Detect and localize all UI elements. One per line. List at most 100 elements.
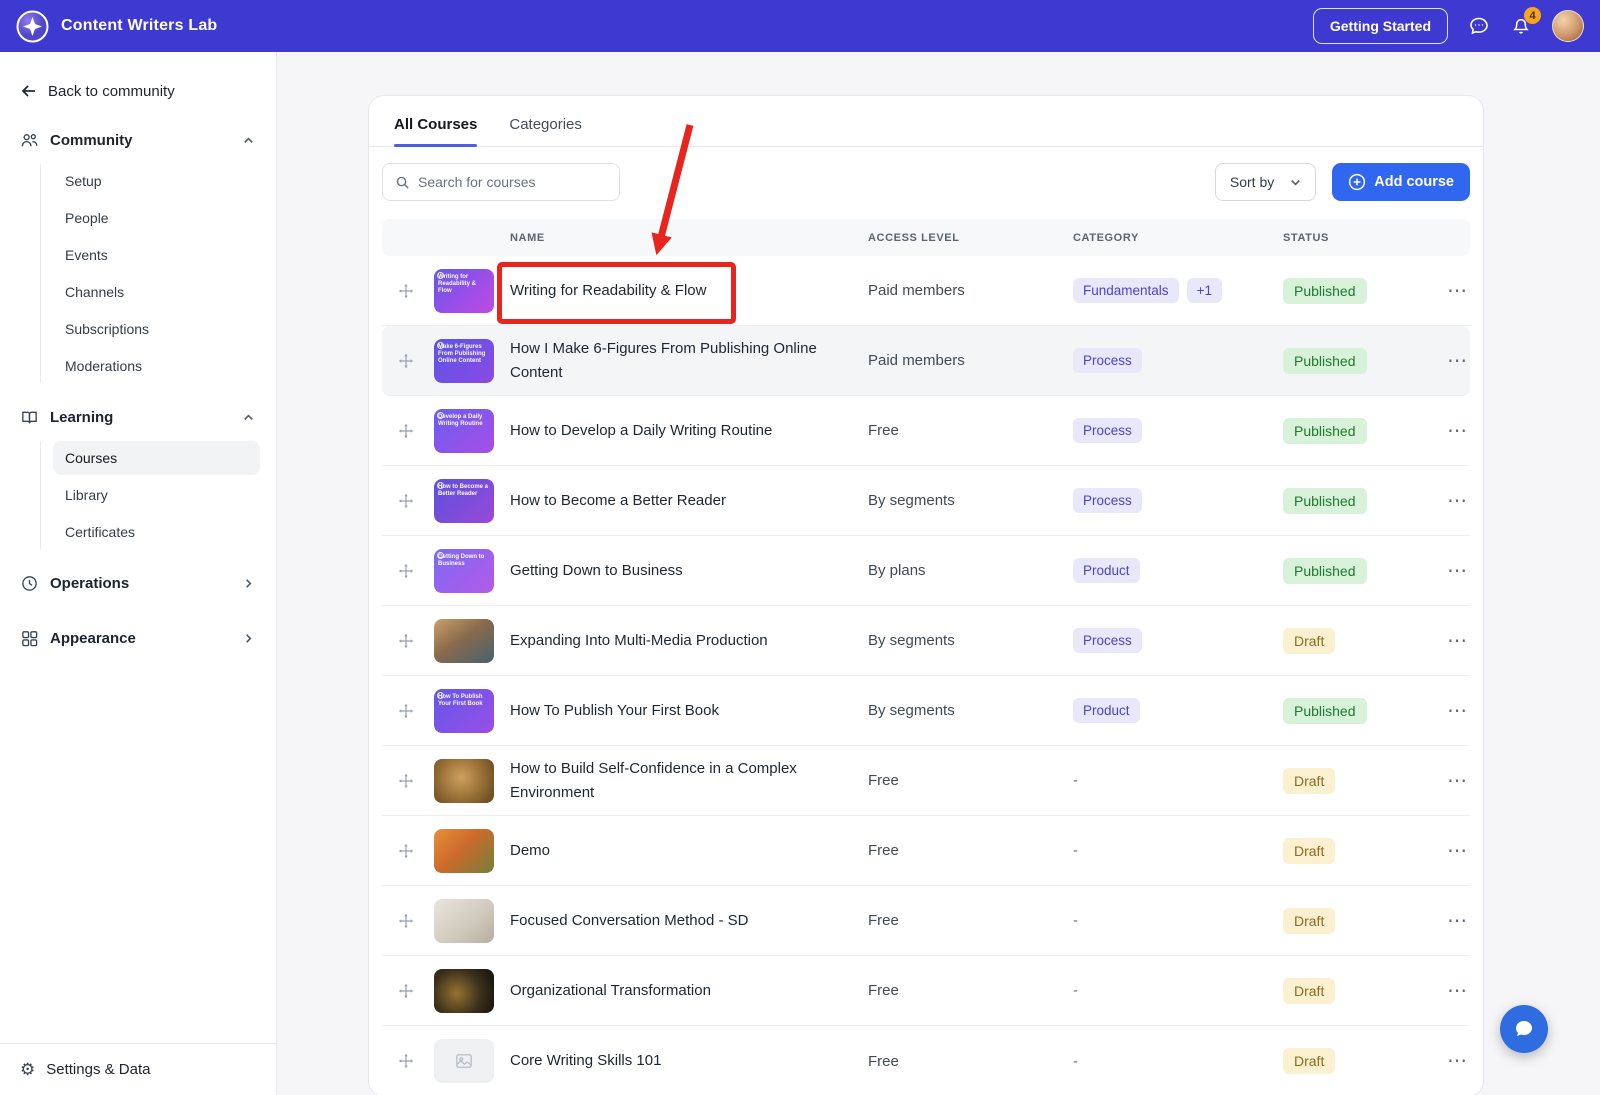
search-input[interactable] (418, 174, 607, 190)
back-to-community-link[interactable]: Back to community (0, 52, 276, 106)
status-badge: Published (1283, 348, 1367, 374)
sidebar-item-certificates[interactable]: Certificates (53, 515, 260, 549)
status-badge: Draft (1283, 768, 1335, 794)
messages-icon[interactable] (1468, 15, 1490, 37)
section-label: Appearance (50, 630, 136, 647)
sidebar-item-courses[interactable]: Courses (53, 441, 260, 475)
sidebar-item-setup[interactable]: Setup (53, 164, 260, 198)
section-label: Operations (50, 575, 129, 592)
drag-handle-icon[interactable] (398, 563, 434, 579)
user-avatar[interactable] (1552, 10, 1584, 42)
row-menu-button[interactable]: ⋯ (1441, 1047, 1474, 1075)
row-menu-button[interactable]: ⋯ (1441, 277, 1474, 305)
access-level: Paid members (868, 282, 1073, 299)
table-row[interactable]: Make 6-Figures From Publishing Online Co… (382, 326, 1470, 396)
row-menu-button[interactable]: ⋯ (1441, 907, 1474, 935)
drag-handle-icon[interactable] (398, 423, 434, 439)
course-thumbnail (434, 969, 494, 1013)
drag-handle-icon[interactable] (398, 353, 434, 369)
notifications-bell-icon[interactable]: 4 (1510, 15, 1532, 37)
column-header-category: Category (1073, 232, 1283, 244)
status-cell: Draft (1283, 628, 1441, 654)
thumbnail-title-text (434, 619, 442, 663)
getting-started-button[interactable]: Getting Started (1313, 8, 1448, 44)
sort-by-select[interactable]: Sort by (1215, 163, 1316, 201)
course-thumbnail (434, 829, 494, 873)
sidebar-section-community[interactable]: Community (0, 120, 276, 161)
row-menu-button[interactable]: ⋯ (1441, 977, 1474, 1005)
notification-badge: 4 (1524, 7, 1541, 24)
chat-launcher-button[interactable] (1500, 1005, 1548, 1053)
community-icon (20, 131, 39, 150)
category-badge: Product (1073, 698, 1140, 723)
drag-handle-icon[interactable] (398, 983, 434, 999)
access-level: By segments (868, 492, 1073, 509)
table-row[interactable]: Organizational Transformation Free - Dra… (382, 956, 1470, 1026)
drag-handle-icon[interactable] (398, 283, 434, 299)
sidebar-section-operations[interactable]: Operations (0, 563, 276, 604)
status-cell: Published (1283, 698, 1441, 724)
logo-icon[interactable] (16, 10, 49, 43)
drag-handle-icon[interactable] (398, 493, 434, 509)
course-thumbnail: Getting Down to Business (434, 549, 494, 593)
sidebar-item-subscriptions[interactable]: Subscriptions (53, 312, 260, 346)
table-header-row: Name Access level Category Status (382, 219, 1470, 256)
status-badge: Draft (1283, 838, 1335, 864)
table-row[interactable]: How To Publish Your First Book How To Pu… (382, 676, 1470, 746)
sidebar-item-events[interactable]: Events (53, 238, 260, 272)
row-menu-button[interactable]: ⋯ (1441, 347, 1474, 375)
table-row[interactable]: Expanding Into Multi-Media Production By… (382, 606, 1470, 676)
table-row[interactable]: How to Build Self-Confidence in a Comple… (382, 746, 1470, 816)
access-level: Free (868, 842, 1073, 859)
settings-gear-icon: ⚙ (20, 1061, 35, 1078)
table-row[interactable]: Getting Down to Business Getting Down to… (382, 536, 1470, 606)
status-badge: Published (1283, 698, 1367, 724)
drag-handle-icon[interactable] (398, 633, 434, 649)
section-label: Community (50, 132, 133, 149)
sidebar-section-appearance[interactable]: Appearance (0, 618, 276, 659)
table-row[interactable]: Develop a Daily Writing Routine How to D… (382, 396, 1470, 466)
course-name: How to Build Self-Confidence in a Comple… (510, 757, 868, 804)
row-menu-button[interactable]: ⋯ (1441, 487, 1474, 515)
course-name: How to Develop a Daily Writing Routine (510, 419, 868, 442)
access-level: Free (868, 912, 1073, 929)
thumbnail-title-text (434, 829, 442, 873)
status-badge: Draft (1283, 628, 1335, 654)
sidebar-item-library[interactable]: Library (53, 478, 260, 512)
drag-handle-icon[interactable] (398, 703, 434, 719)
sidebar-section-learning[interactable]: Learning (0, 397, 276, 438)
sidebar-item-moderations[interactable]: Moderations (53, 349, 260, 383)
status-cell: Published (1283, 418, 1441, 444)
thumbnail-title-text: How to Become a Better Reader (434, 479, 494, 523)
section-label: Learning (50, 409, 113, 426)
category-cell: - (1073, 1053, 1283, 1070)
table-row[interactable]: Demo Free - Draft ⋯ (382, 816, 1470, 886)
course-name: Organizational Transformation (510, 979, 868, 1002)
drag-handle-icon[interactable] (398, 913, 434, 929)
category-badge: Process (1073, 418, 1142, 443)
add-course-button[interactable]: Add course (1332, 163, 1470, 201)
tab-label: All Courses (394, 116, 477, 133)
table-row[interactable]: Focused Conversation Method - SD Free - … (382, 886, 1470, 956)
row-menu-button[interactable]: ⋯ (1441, 557, 1474, 585)
tab-categories[interactable]: Categories (509, 116, 582, 146)
drag-handle-icon[interactable] (398, 843, 434, 859)
drag-handle-icon[interactable] (398, 773, 434, 789)
row-menu-button[interactable]: ⋯ (1441, 697, 1474, 725)
sidebar-item-people[interactable]: People (53, 201, 260, 235)
table-row[interactable]: Core Writing Skills 101 Free - Draft ⋯ (382, 1026, 1470, 1095)
table-row[interactable]: Writing for Readability & Flow Writing f… (382, 256, 1470, 326)
drag-handle-icon[interactable] (398, 1053, 434, 1069)
table-row[interactable]: How to Become a Better Reader How to Bec… (382, 466, 1470, 536)
search-icon (395, 175, 410, 190)
row-menu-button[interactable]: ⋯ (1441, 837, 1474, 865)
plus-circle-icon (1348, 173, 1366, 191)
sidebar-item-channels[interactable]: Channels (53, 275, 260, 309)
row-menu-button[interactable]: ⋯ (1441, 627, 1474, 655)
row-menu-button[interactable]: ⋯ (1441, 767, 1474, 795)
search-box (382, 163, 620, 201)
row-menu-button[interactable]: ⋯ (1441, 417, 1474, 445)
tab-all-courses[interactable]: All Courses (394, 116, 477, 146)
settings-and-data-link[interactable]: ⚙ Settings & Data (0, 1043, 276, 1095)
category-cell: - (1073, 772, 1283, 789)
